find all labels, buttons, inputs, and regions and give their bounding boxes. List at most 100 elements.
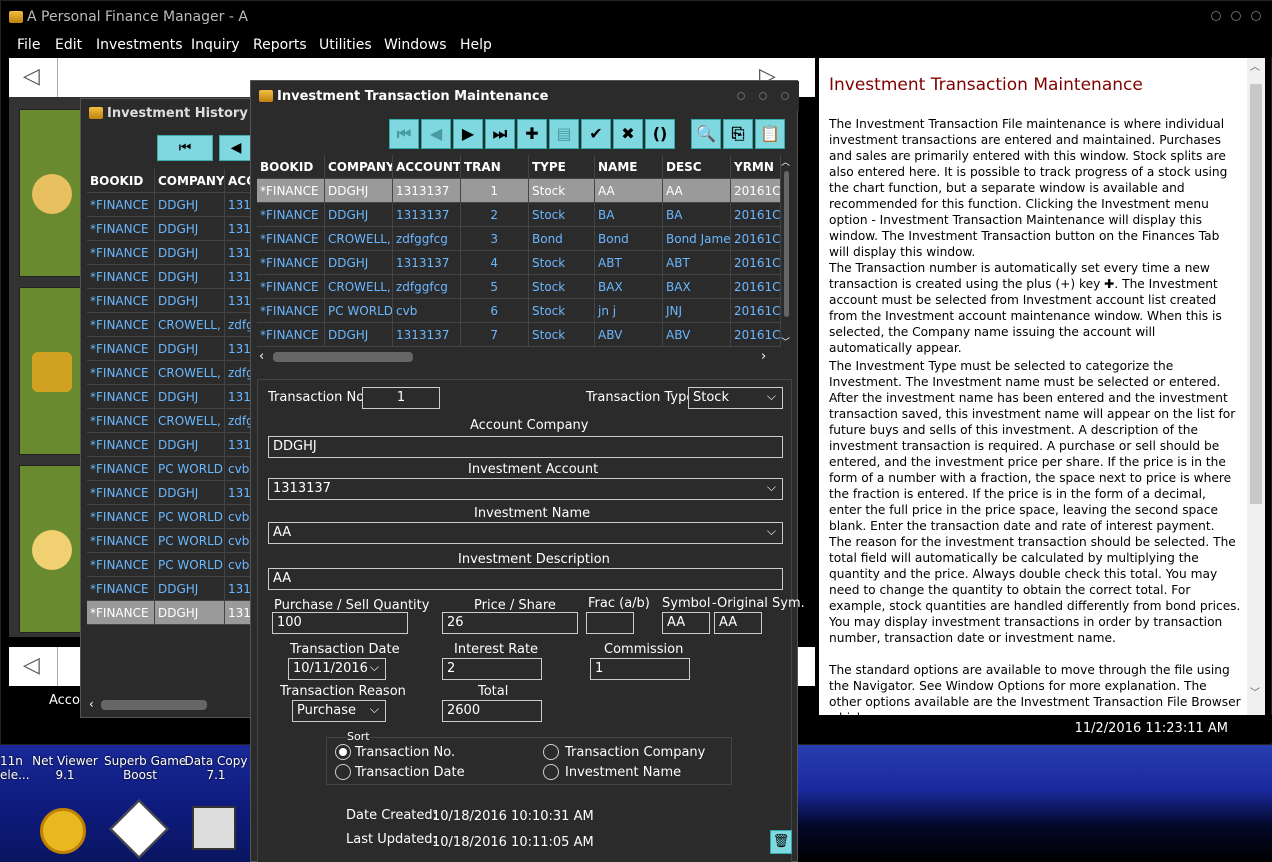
transaction-reason-select[interactable]: Purchase [292,699,386,722]
scroll-down-icon[interactable]: ﹀ [781,335,790,348]
nav-left-arrow-icon[interactable]: ◁ [23,64,40,89]
scroll-up-icon[interactable]: ︿ [781,155,790,168]
last-record-button[interactable]: ⏭ [485,119,515,149]
report-button[interactable]: 📋 [755,119,785,149]
table-row[interactable]: *FINANCE DDGHJ 1313137 4 Stock ABT ABT 20161C [257,251,781,275]
minimize-button[interactable] [1211,11,1221,21]
table-row[interactable]: *FINANCE DDGHJ 1313137 7 Stock ABV ABV 20161C [257,323,781,347]
quantity-field[interactable]: 100 [272,612,408,634]
minimize-button[interactable] [737,92,745,100]
table-row[interactable]: *FINANCECROWELL, Vzdfg [87,361,253,385]
scroll-right-icon[interactable]: › [761,349,766,364]
table-row[interactable]: *FINANCEDDGHJ1313 [87,601,253,625]
frac-field[interactable] [586,612,634,634]
table-row[interactable]: *FINANCEDDGHJ1313 [87,217,253,241]
desktop-icon-data-copy[interactable]: Data Copy 7.1 [180,754,252,782]
column-header[interactable]: DESC [663,155,731,179]
desktop-icon-net-viewer[interactable]: Net Viewer 9.1 [30,754,100,782]
desktop-icon-superb-game-boost[interactable]: Superb Game Boost [104,754,186,782]
table-row[interactable]: *FINANCECROWELL, Vzdfggfcg3BondBondBond … [257,227,781,251]
refresh-button[interactable]: () [645,119,675,149]
search-app-icon[interactable] [40,808,86,854]
price-field[interactable]: 26 [442,612,578,634]
table-row[interactable]: *FINANCE PC WORLD cvb [87,457,253,481]
investment-description-field[interactable]: AA [268,568,783,590]
table-row[interactable]: *FINANCEDDGHJ1313 [87,289,253,313]
maximize-button[interactable] [1231,11,1241,21]
scroll-left-icon[interactable]: ‹ [259,349,264,364]
previous-record-button[interactable]: ◀ [421,119,451,149]
close-button[interactable] [1251,11,1261,21]
tile-piggy-bank[interactable] [19,465,83,633]
save-record-button[interactable]: ✔ [581,119,611,149]
account-company-field[interactable]: DDGHJ [268,436,783,458]
table-row[interactable]: *FINANCEDDGHJ1313 [87,433,253,457]
transaction-no-field[interactable]: 1 [362,387,440,409]
close-button[interactable] [781,92,789,100]
first-record-button[interactable]: ⏮ [157,135,213,161]
sort-transaction-no-radio[interactable] [335,744,351,760]
table-row[interactable]: *FINANCE PC WORLD cvb [87,529,253,553]
table-row[interactable]: *FINANCEDDGHJ1313 [87,265,253,289]
scroll-thumb[interactable] [101,700,207,710]
edit-record-button[interactable]: ▤ [549,119,579,149]
menu-help[interactable]: Help [460,37,492,53]
sort-investment-name-radio[interactable] [543,764,559,780]
transaction-date-picker[interactable]: 10/11/2016 [288,657,386,680]
search-button[interactable]: 🔍 [691,119,721,149]
symbol-field[interactable]: AA [662,612,710,634]
table-row[interactable]: *FINANCEDDGHJ1313 [87,577,253,601]
add-record-button[interactable]: ✚ [517,119,547,149]
column-header[interactable]: COMPANY [155,169,225,193]
tile-treasure[interactable] [19,287,83,455]
delete-record-button[interactable]: ✖ [613,119,643,149]
browse-button[interactable]: ⎘ [723,119,753,149]
tile-handshake[interactable] [19,109,83,277]
column-header[interactable]: TYPE [529,155,595,179]
menu-investments[interactable]: Investments [96,37,183,53]
trash-icon[interactable]: 🗑 [770,830,792,854]
scroll-left-icon[interactable]: ‹ [89,697,94,711]
menu-reports[interactable]: Reports [253,37,307,53]
menu-windows[interactable]: Windows [384,37,447,53]
previous-record-button[interactable]: ◀ [219,135,253,161]
menu-edit[interactable]: Edit [55,37,82,53]
grid-hscrollbar[interactable]: ‹ › [257,349,781,365]
table-row[interactable]: *FINANCE PC WORLD cvb [87,505,253,529]
column-header[interactable]: ACC [225,169,253,193]
table-row[interactable]: *FINANCECROWELL, Vzdfg [87,313,253,337]
interest-rate-field[interactable]: 2 [442,658,542,680]
menu-file[interactable]: File [17,37,40,53]
table-row[interactable]: *FINANCE DDGHJ 1313137 2 Stock BA BA 20161C [257,203,781,227]
column-header[interactable]: ACCOUNT [393,155,461,179]
table-row[interactable]: *FINANCEDDGHJ1313 [87,241,253,265]
film-icon[interactable] [192,806,236,850]
first-record-button[interactable]: ⏮ [389,119,419,149]
sort-transaction-date-radio[interactable] [335,764,351,780]
column-header[interactable]: BOOKID [257,155,325,179]
table-row[interactable]: *FINANCE DDGHJ 1313137 1 Stock AA AA 20161C [257,179,781,203]
original-symbol-field[interactable]: AA [714,612,762,634]
column-header[interactable]: COMPANY [325,155,393,179]
table-row[interactable]: *FINANCEDDGHJ1313 [87,385,253,409]
table-row[interactable]: *FINANCECROWELL, Vzdfg [87,409,253,433]
grid-vscrollbar[interactable]: ︿ ﹀ [781,155,792,348]
table-row[interactable]: *FINANCEDDGHJ1313 [87,481,253,505]
table-row[interactable]: *FINANCECROWELL, Vzdfggfcg5StockBAXBAX20… [257,275,781,299]
menu-inquiry[interactable]: Inquiry [191,37,240,53]
nav-left-arrow-icon[interactable]: ◁ [23,653,40,678]
table-row[interactable]: *FINANCEDDGHJ1313 [87,337,253,361]
scroll-down-icon[interactable]: ﹀ [1250,684,1260,699]
table-row[interactable]: *FINANCEDDGHJ1313 [87,193,253,217]
column-header[interactable]: YRMN [731,155,781,179]
history-hscrollbar[interactable]: ‹ [87,697,253,713]
help-scroll-thumb[interactable] [1250,84,1262,504]
sort-transaction-company-radio[interactable] [543,744,559,760]
total-field[interactable]: 2600 [442,700,542,722]
table-row[interactable]: *FINANCE PC WORLD cvb [87,553,253,577]
transaction-type-select[interactable]: Stock [688,386,783,409]
scroll-up-icon[interactable]: ︿ [1250,58,1260,73]
column-header[interactable]: NAME [595,155,663,179]
desktop-icon-1[interactable]: 11n ele... [0,754,30,782]
column-header[interactable]: BOOKID [87,169,155,193]
